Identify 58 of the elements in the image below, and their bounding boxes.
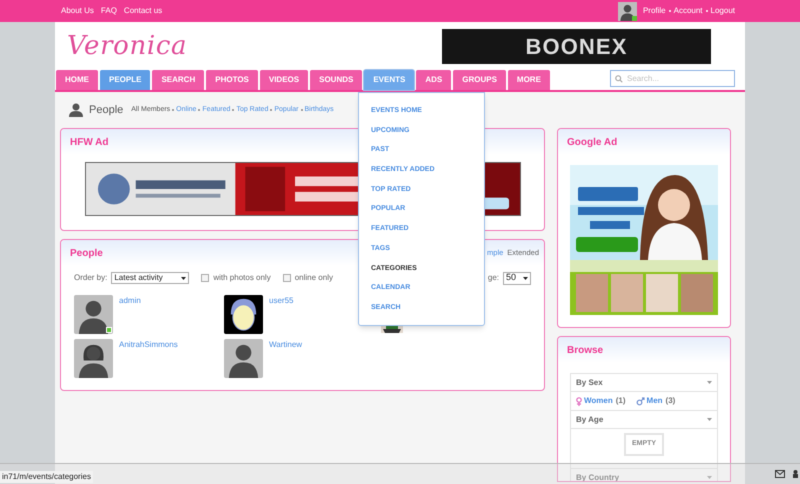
member-name[interactable]: user55 [269, 295, 294, 307]
user-link[interactable]: Logout [710, 5, 735, 17]
nav-tab[interactable]: ADS [416, 70, 452, 90]
caret-icon[interactable] [707, 381, 712, 384]
nav-tab[interactable]: PHOTOS [206, 70, 258, 90]
search-input[interactable]: Search... [627, 72, 727, 84]
member-name[interactable]: AnitrahSimmons [119, 339, 178, 351]
checkbox-label: with photos only [213, 272, 271, 284]
section-header[interactable]: By Sex [576, 376, 603, 388]
top-link[interactable]: FAQ [100, 5, 117, 17]
nav-tab[interactable]: SEARCH [152, 70, 204, 90]
section-header[interactable]: By Age [576, 414, 604, 426]
search-field[interactable]: Search... [610, 70, 735, 87]
panel-title: Google Ad [567, 136, 618, 150]
user-avatar[interactable] [618, 2, 637, 20]
browse-link[interactable]: Women [584, 395, 613, 407]
caret-icon [523, 276, 528, 280]
order-select[interactable]: Latest activity [111, 272, 190, 284]
page-title: People [89, 102, 124, 118]
banner-ad[interactable]: BOONEX [442, 28, 711, 64]
order-label: Order by: [74, 272, 108, 284]
checkbox[interactable] [201, 274, 210, 282]
nav-tab[interactable]: HOME [56, 70, 98, 90]
person-icon[interactable] [793, 470, 798, 478]
site-logo[interactable]: Veronica [67, 26, 188, 66]
item-count: (3) [666, 395, 676, 407]
nav-tab[interactable]: MORE [508, 70, 550, 90]
member-avatar[interactable] [74, 339, 113, 378]
member-name[interactable]: admin [119, 295, 141, 307]
user-link[interactable]: Profile [642, 5, 666, 17]
top-link[interactable]: Contact us [124, 5, 162, 17]
member-name[interactable]: Wartinew [269, 339, 302, 351]
nav-tab[interactable]: PEOPLE [100, 70, 150, 90]
per-page-select[interactable]: 50 [503, 272, 531, 284]
panel-title: Browse [567, 344, 604, 358]
per-page-label: ge: [488, 272, 499, 284]
search-icon [615, 74, 623, 82]
nav-tab[interactable]: VIDEOS [260, 70, 308, 90]
nav-tab[interactable]: EVENTS [364, 70, 414, 90]
status-url: in71/m/events/categories [0, 471, 93, 483]
mail-icon[interactable] [775, 470, 785, 478]
male-sign-icon [636, 396, 645, 406]
nav-tab[interactable]: GROUPS [453, 70, 506, 90]
caret-icon [181, 276, 186, 280]
female-sign-icon [576, 396, 582, 406]
member-avatar[interactable] [224, 295, 263, 334]
item-count: (1) [616, 395, 626, 407]
checkbox[interactable] [282, 274, 291, 282]
panel-title: People [70, 246, 103, 260]
checkbox-label: online only [294, 272, 333, 284]
panel-title: HFW Ad [70, 136, 109, 150]
top-link[interactable]: About Us [61, 5, 94, 17]
nav-tab[interactable]: SOUNDS [310, 70, 362, 90]
person-icon [69, 103, 83, 117]
caret-icon[interactable] [707, 418, 712, 421]
browse-link[interactable]: Men [646, 395, 663, 407]
user-link[interactable]: Account [674, 5, 703, 17]
section-header[interactable]: By Country [576, 472, 620, 481]
